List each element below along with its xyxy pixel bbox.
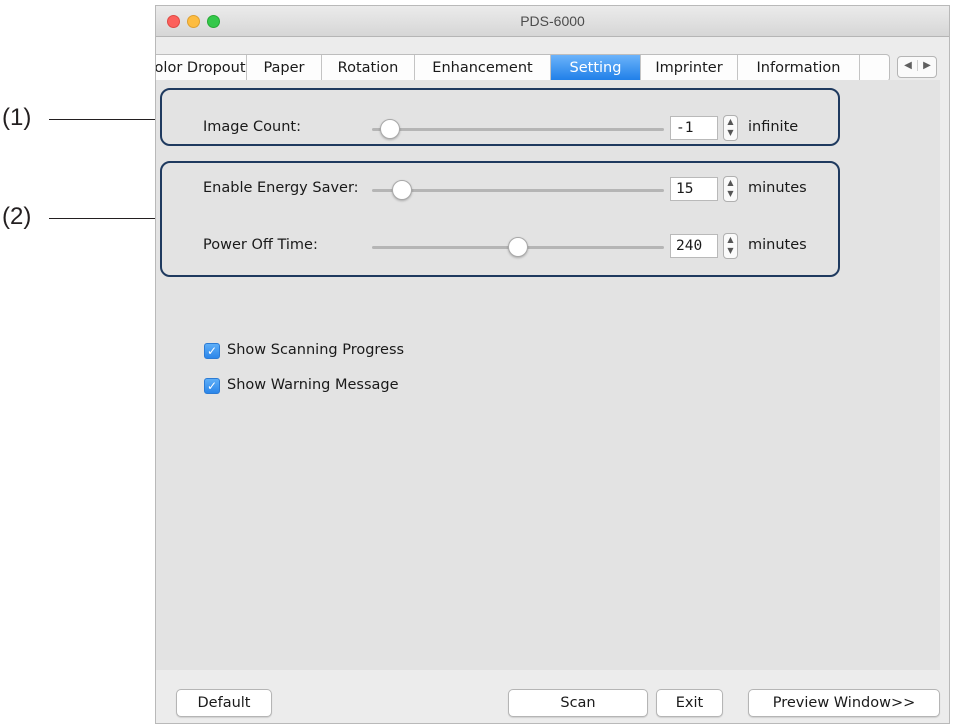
app-window: PDS-6000 Color Dropout Paper Rotation En… bbox=[155, 5, 950, 724]
energy-saver-label: Enable Energy Saver: bbox=[203, 180, 359, 196]
show-warning-label: Show Warning Message bbox=[227, 377, 399, 393]
settings-panel: Image Count: -1 ▲ ▼ infinite Enable Energ… bbox=[156, 80, 940, 670]
triangle-left-icon[interactable]: ◀ bbox=[899, 60, 918, 71]
tab-color-dropout[interactable]: Color Dropout bbox=[156, 55, 247, 81]
show-progress-label: Show Scanning Progress bbox=[227, 342, 405, 358]
tab-scroll-arrows: ◀ ▶ bbox=[897, 56, 937, 78]
up-down-stepper-icon[interactable]: ▲ ▼ bbox=[723, 233, 738, 259]
show-warning-checkbox[interactable]: ✓ bbox=[204, 378, 220, 394]
image-count-input[interactable]: -1 bbox=[670, 116, 718, 140]
tab-imprinter[interactable]: Imprinter bbox=[641, 55, 738, 81]
energy-saver-slider-knob[interactable] bbox=[392, 180, 412, 200]
preview-window-button[interactable]: Preview Window>> bbox=[748, 689, 940, 717]
exit-button[interactable]: Exit bbox=[656, 689, 723, 717]
power-off-input[interactable]: 240 bbox=[670, 234, 718, 258]
energy-saver-slider-track[interactable] bbox=[372, 189, 664, 192]
default-button[interactable]: Default bbox=[176, 689, 272, 717]
power-off-row: Power Off Time: 240 ▲ ▼ minutes bbox=[156, 231, 940, 263]
image-count-unit: infinite bbox=[748, 119, 799, 135]
scan-button[interactable]: Scan bbox=[508, 689, 648, 717]
power-off-label: Power Off Time: bbox=[203, 237, 318, 253]
callout-2-label: (2) bbox=[2, 203, 32, 230]
tab-setting[interactable]: Setting bbox=[551, 55, 641, 81]
image-count-slider-knob[interactable] bbox=[380, 119, 400, 139]
callout-2-line bbox=[49, 218, 159, 219]
up-down-stepper-icon[interactable]: ▲ ▼ bbox=[723, 176, 738, 202]
callout-1-label: (1) bbox=[2, 104, 32, 131]
window-title: PDS-6000 bbox=[520, 13, 585, 29]
energy-saver-unit: minutes bbox=[748, 180, 807, 196]
title-bar: PDS-6000 bbox=[156, 6, 949, 37]
callout-1-line bbox=[49, 119, 159, 120]
checkmark-icon: ✓ bbox=[206, 379, 218, 393]
tab-enhancement[interactable]: Enhancement bbox=[415, 55, 551, 81]
power-off-slider-knob[interactable] bbox=[508, 237, 528, 257]
tab-information[interactable]: Information bbox=[738, 55, 860, 81]
up-down-stepper-icon[interactable]: ▲ ▼ bbox=[723, 115, 738, 141]
show-progress-checkbox[interactable]: ✓ bbox=[204, 343, 220, 359]
tab-bar: Color Dropout Paper Rotation Enhancement… bbox=[156, 48, 951, 82]
image-count-row: Image Count: -1 ▲ ▼ infinite bbox=[156, 113, 940, 145]
tab-paper[interactable]: Paper bbox=[247, 55, 322, 81]
power-off-unit: minutes bbox=[748, 237, 807, 253]
checkmark-icon: ✓ bbox=[206, 344, 218, 358]
image-count-slider-track[interactable] bbox=[372, 128, 664, 131]
tab-rotation[interactable]: Rotation bbox=[322, 55, 415, 81]
energy-saver-row: Enable Energy Saver: 15 ▲ ▼ minutes bbox=[156, 174, 940, 206]
tab-strip: Color Dropout Paper Rotation Enhancement… bbox=[156, 54, 890, 82]
energy-saver-input[interactable]: 15 bbox=[670, 177, 718, 201]
triangle-right-icon[interactable]: ▶ bbox=[918, 60, 936, 71]
image-count-label: Image Count: bbox=[203, 119, 301, 135]
